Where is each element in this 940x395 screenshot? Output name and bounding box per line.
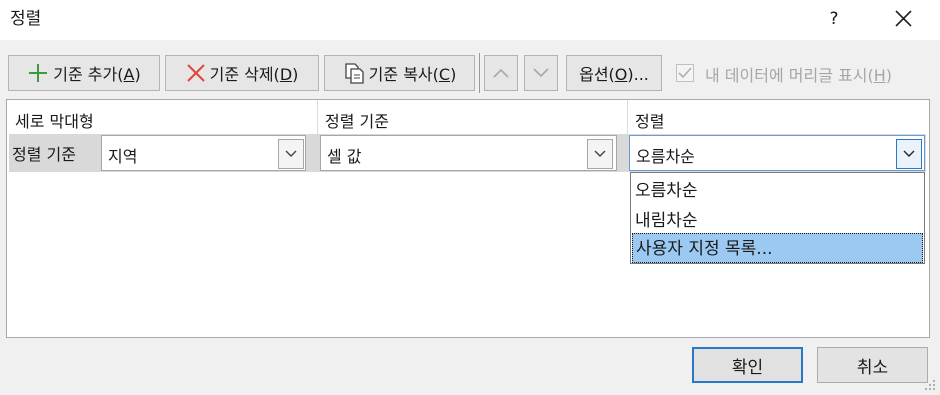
options-label: 옵션(O)...: [579, 65, 649, 84]
column-select-dropdown[interactable]: [278, 139, 304, 169]
order-select-value: 오름차순: [636, 147, 695, 166]
close-icon: [895, 10, 912, 27]
column-select-value: 지역: [108, 147, 138, 166]
add-level-label: 기준 추가(A): [53, 65, 141, 84]
column-header-sort-on: 정렬 기준: [325, 112, 389, 131]
copy-icon: [343, 62, 365, 84]
plus-icon: [27, 62, 49, 84]
move-down-button[interactable]: [524, 55, 558, 91]
chevron-down-icon: [903, 150, 915, 157]
delete-level-label: 기준 삭제(D): [209, 65, 299, 84]
title-bar: [0, 0, 940, 40]
column-header-order: 정렬: [635, 112, 665, 131]
copy-level-label: 기준 복사(C): [368, 65, 457, 84]
checkmark-icon: [678, 67, 692, 79]
chevron-down-icon: [533, 68, 549, 78]
sort-on-select-dropdown[interactable]: [587, 139, 613, 169]
order-select-dropdown[interactable]: [896, 139, 922, 169]
close-button[interactable]: [890, 6, 918, 32]
chevron-up-icon: [493, 68, 509, 78]
add-level-button[interactable]: 기준 추가(A): [8, 55, 160, 91]
column-divider: [317, 100, 318, 136]
x-icon: [186, 63, 206, 83]
move-up-button[interactable]: [484, 55, 518, 91]
column-header-column: 세로 막대형: [15, 112, 94, 131]
copy-level-button[interactable]: 기준 복사(C): [324, 55, 475, 91]
sort-on-select-value: 셀 값: [327, 147, 362, 166]
order-option-descending[interactable]: 내림차순: [632, 206, 923, 236]
chevron-down-icon: [594, 150, 606, 157]
dialog-title: 정렬: [10, 9, 42, 29]
order-option-custom-list[interactable]: 사용자 지정 목록...: [632, 233, 923, 263]
delete-level-button[interactable]: 기준 삭제(D): [165, 55, 319, 91]
cancel-button[interactable]: 취소: [817, 347, 928, 383]
sort-level-label: 정렬 기준: [12, 145, 76, 164]
resize-grip-icon[interactable]: [922, 376, 936, 390]
chevron-down-icon: [285, 150, 297, 157]
column-divider: [627, 100, 628, 136]
headers-checkbox[interactable]: [676, 64, 694, 82]
order-option-ascending[interactable]: 오름차순: [632, 176, 923, 206]
ok-button[interactable]: 확인: [692, 347, 803, 383]
sort-on-select[interactable]: 셀 값: [320, 135, 617, 171]
toolbar-separator: [479, 53, 480, 93]
options-button[interactable]: 옵션(O)...: [566, 55, 662, 91]
column-select[interactable]: 지역: [101, 135, 306, 171]
order-dropdown-list: 오름차순 내림차순 사용자 지정 목록...: [630, 172, 925, 264]
order-select[interactable]: 오름차순: [629, 135, 925, 171]
help-button[interactable]: ?: [824, 8, 844, 30]
headers-checkbox-label: 내 데이터에 머리글 표시(H): [705, 66, 892, 85]
